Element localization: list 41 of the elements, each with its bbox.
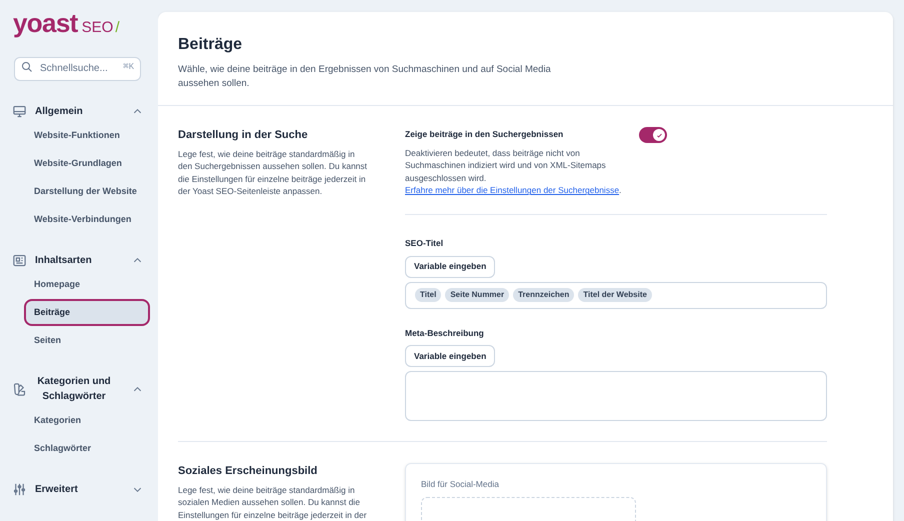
help-link[interactable]: Erfahre mehr über die Einstellungen der Suchergebnisse xyxy=(405,185,620,196)
sidebar-item[interactable]: Seiten xyxy=(26,329,148,352)
sliders-icon xyxy=(12,482,27,497)
sidebar-item[interactable]: Schlagwörter xyxy=(26,437,148,460)
variable-tag: Titel xyxy=(415,288,442,302)
swatch-icon xyxy=(12,382,27,396)
variable-tag: Trennzeichen xyxy=(513,288,574,302)
sidebar-item[interactable]: Website-Funktionen xyxy=(26,124,148,147)
sidebar-item[interactable]: Kategorien xyxy=(26,409,148,432)
page-description: Wähle, wie deine beiträge in den Ergebnissen von Suchmaschinen und auf Social Media aussehen sollen. xyxy=(178,63,552,91)
sidebar-item[interactable]: Beiträge xyxy=(26,301,148,324)
keyboard-shortcut: ⌘K xyxy=(123,62,134,72)
page-title: Beiträge xyxy=(178,35,244,55)
check-icon xyxy=(656,132,662,138)
field-label: Meta-Beschreibung xyxy=(405,326,485,340)
toggle-label: Zeige beiträge in den Suchergebnissen xyxy=(405,128,564,141)
search-icon xyxy=(21,61,33,73)
insert-variable-button[interactable]: Variable eingeben xyxy=(405,345,496,368)
field-label: SEO-Titel xyxy=(405,236,444,250)
section-description: Lege fest, wie deine beiträge standardmäßig in sozialen Medien aussehen sollen. Du kannst die Einstellungen für einzelne beiträge jederzeit in der xyxy=(178,484,368,521)
insert-variable-button[interactable]: Variable eingeben xyxy=(405,256,496,278)
section-description: Lege fest, wie deine beiträge standardmäßig in den Suchergebnissen aussehen sollen. Du kannst die Einstellungen für einzelne beiträge jederzeit in der Yoast SEO-Seitenleiste anpassen. xyxy=(178,148,368,198)
sidebar-group-header[interactable]: Kategorien und Schlagwörter xyxy=(12,374,146,404)
sidebar-item[interactable]: Website-Grundlagen xyxy=(26,152,148,175)
image-label: Bild für Social-Media xyxy=(421,478,500,491)
yoast-seo-logo: yoast SEO/ xyxy=(13,10,121,40)
newspaper-icon xyxy=(12,253,27,268)
section-title: Soziales Erscheinungsbild xyxy=(178,464,318,480)
monitor-icon xyxy=(12,104,27,119)
sidebar-item[interactable]: Website-Verbindungen xyxy=(26,208,148,231)
sidebar-group-header[interactable]: Inhaltsarten xyxy=(12,253,146,268)
toggle-description: Deaktivieren bedeutet, dass beiträge nicht von Suchmaschinen indiziert wird und von XML-Sitemaps ausgeschlossen wird. Erfahre mehr über die Einstellungen der Suchergebnisse. xyxy=(405,146,622,197)
variable-tag: Titel der Website xyxy=(578,288,652,302)
toggle-switch[interactable] xyxy=(639,127,667,143)
sidebar-item[interactable]: Homepage xyxy=(26,273,148,296)
sidebar-item[interactable]: Darstellung der Website xyxy=(26,180,148,203)
title-input-field[interactable]: Titel Seite Nummer Trennzeichen Titel der Website xyxy=(405,282,827,308)
section-title: Darstellung in der Suche xyxy=(178,128,309,143)
sidebar-group-header[interactable]: Allgemein xyxy=(12,104,146,119)
variable-tag: Seite Nummer xyxy=(445,288,510,302)
sidebar-group-header[interactable]: Erweitert xyxy=(12,482,146,497)
